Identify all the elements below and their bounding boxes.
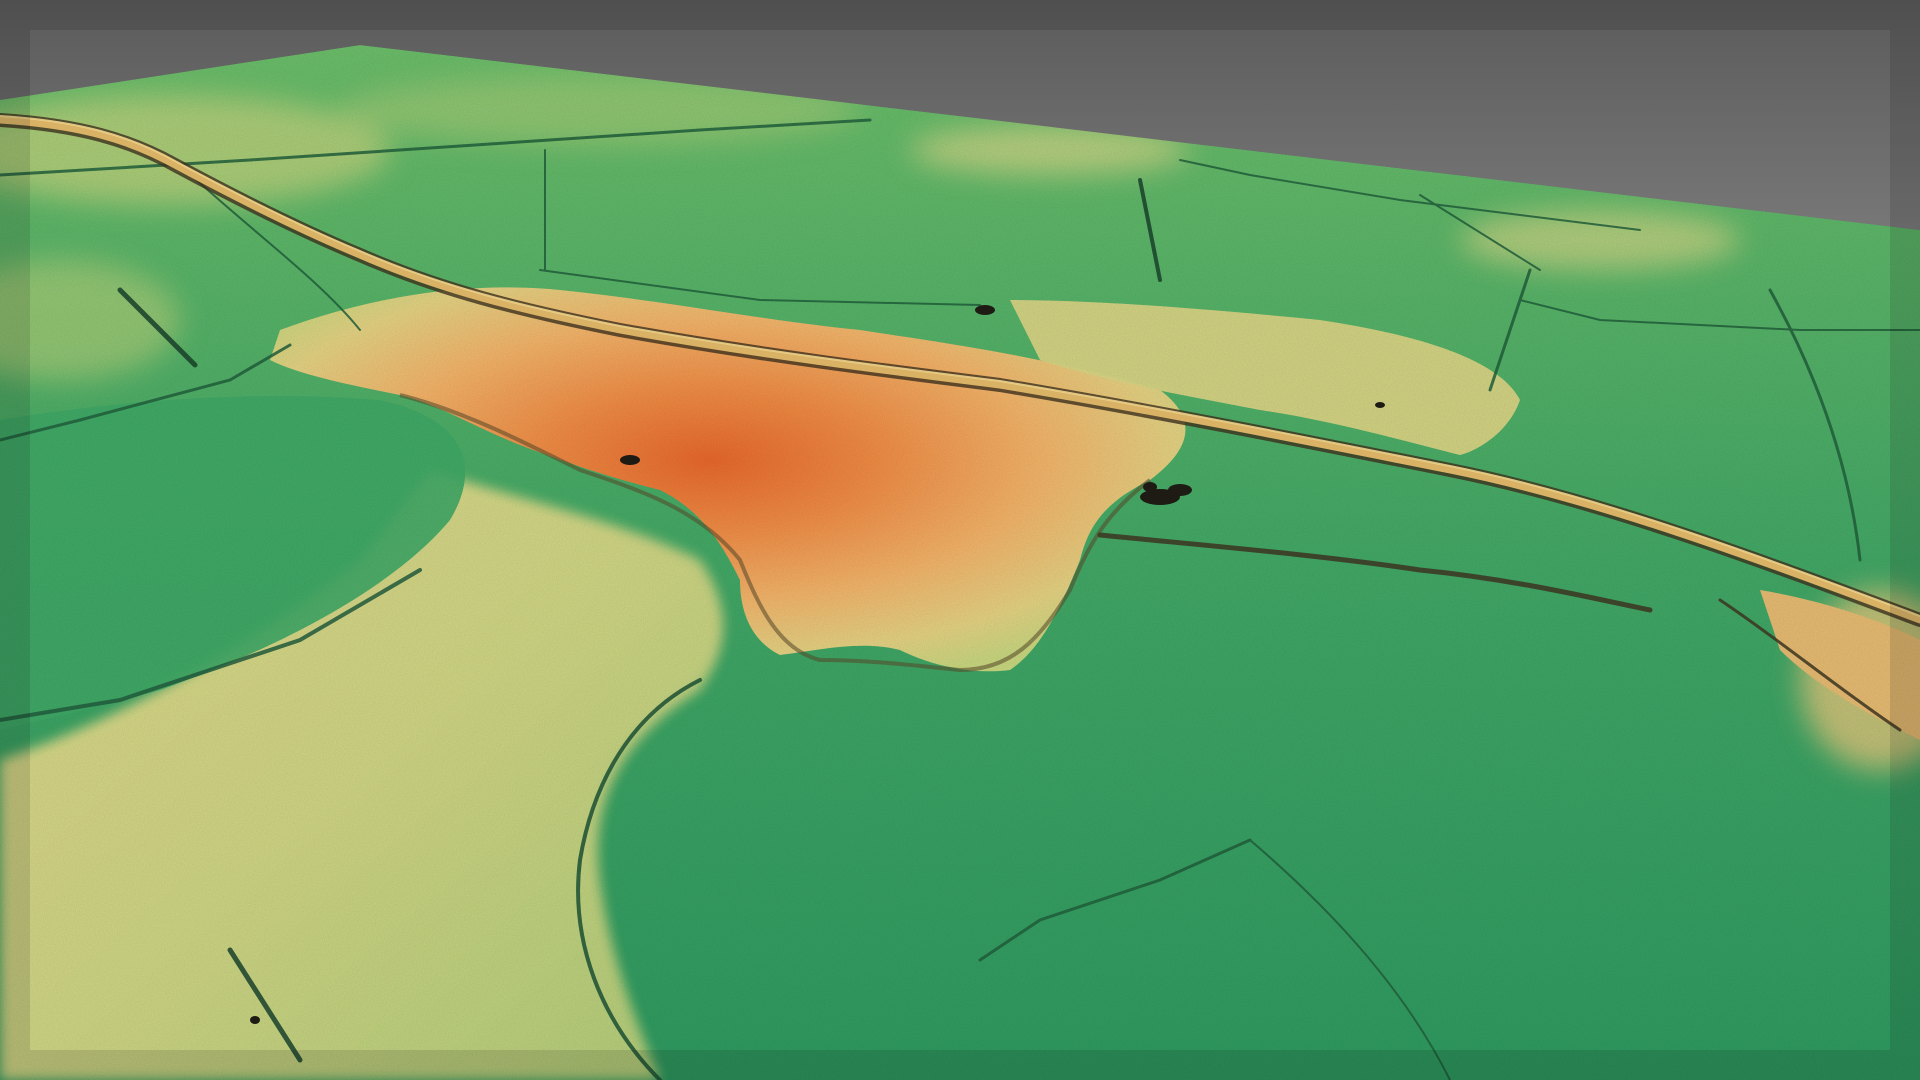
terrain-render[interactable] [0, 0, 1920, 1080]
scene-viewport[interactable] [0, 0, 1920, 1080]
